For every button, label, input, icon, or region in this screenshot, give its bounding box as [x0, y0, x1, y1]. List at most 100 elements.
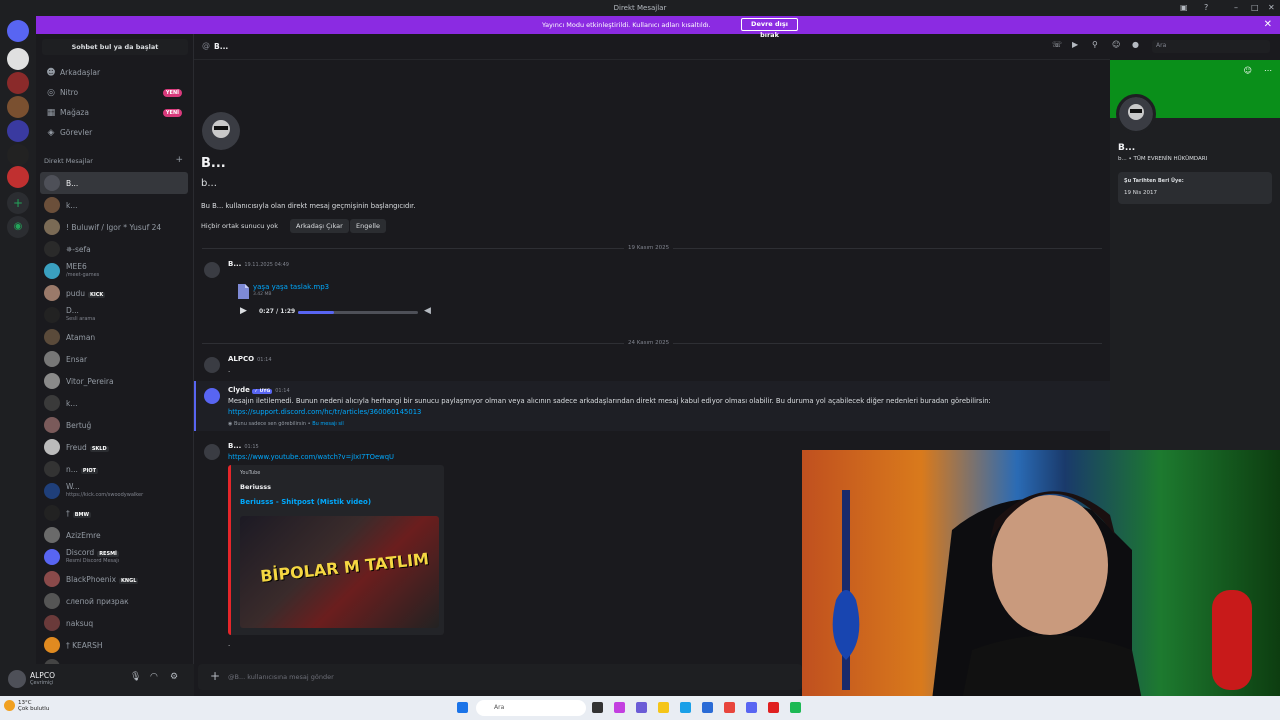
more-options-icon[interactable]: ⋯: [1264, 66, 1272, 75]
edge-icon[interactable]: [680, 702, 691, 713]
dm-item[interactable]: † KEARSH: [40, 634, 188, 656]
avatar[interactable]: [8, 670, 26, 688]
avatar[interactable]: [204, 357, 220, 373]
dm-item[interactable]: Ataman: [40, 326, 188, 348]
dm-item[interactable]: Discord RESMİ Resmi Discord Mesajı: [40, 546, 188, 568]
author-name[interactable]: B...: [228, 442, 241, 450]
inbox-icon[interactable]: ▣: [1180, 3, 1188, 12]
composer-placeholder[interactable]: @B... kullanıcısına mesaj gönder: [228, 673, 334, 681]
weather-desc: Çok bulutlu: [18, 706, 50, 712]
dm-item[interactable]: k...: [40, 392, 188, 414]
task-view-icon[interactable]: [592, 702, 603, 713]
dm-item[interactable]: † BMW: [40, 502, 188, 524]
minimize-icon[interactable]: –: [1234, 3, 1238, 12]
dm-item[interactable]: k...: [40, 194, 188, 216]
attachment-filename[interactable]: yaşa yaşa taslak.mp3: [253, 283, 329, 291]
store-icon[interactable]: [702, 702, 713, 713]
nav-nitro[interactable]: ◎ Nitro YENİ: [40, 84, 188, 102]
dm-item[interactable]: pudu KICK: [40, 282, 188, 304]
message-author[interactable]: B... 19.11.2025 04:49: [228, 260, 289, 268]
file-explorer-icon[interactable]: [658, 702, 669, 713]
server-icon[interactable]: [7, 144, 29, 166]
headphones-icon[interactable]: ◠: [150, 672, 158, 682]
message-time: 01:15: [244, 444, 259, 450]
avatar[interactable]: [204, 444, 220, 460]
disable-streamer-mode-button[interactable]: Devre dışı bırak: [741, 18, 798, 39]
server-icon[interactable]: [7, 120, 29, 142]
app-icon[interactable]: [768, 702, 779, 713]
find-conversation-button[interactable]: Sohbet bul ya da başlat: [42, 39, 188, 55]
server-icon[interactable]: [7, 96, 29, 118]
avatar[interactable]: [1116, 94, 1156, 134]
explore-icon[interactable]: ◉: [7, 216, 29, 238]
youtube-link[interactable]: https://www.youtube.com/watch?v=jIxI7TOe…: [228, 453, 394, 461]
nav-quests[interactable]: ◈ Görevler: [40, 124, 188, 142]
audio-progress-slider[interactable]: [298, 311, 418, 314]
support-link[interactable]: https://support.discord.com/hc/tr/articl…: [228, 408, 421, 416]
message-time: 19.11.2025 04:49: [244, 262, 289, 268]
dm-item[interactable]: Ensar: [40, 348, 188, 370]
add-attachment-icon[interactable]: +: [210, 669, 220, 683]
dm-item[interactable]: слепой призрак: [40, 590, 188, 612]
discord-home-icon[interactable]: [7, 20, 29, 42]
dm-item[interactable]: n... PIOT: [40, 458, 188, 480]
dm-item[interactable]: B...: [40, 172, 188, 194]
dm-item[interactable]: naksuq: [40, 612, 188, 634]
nav-shop[interactable]: ▦ Mağaza YENİ: [40, 104, 188, 122]
block-button[interactable]: Engelle: [350, 219, 386, 233]
server-icon[interactable]: [7, 48, 29, 70]
chrome-icon[interactable]: [724, 702, 735, 713]
nav-friends[interactable]: ☻ Arkadaşlar: [40, 64, 188, 82]
embed-author[interactable]: Beriusss: [240, 483, 271, 491]
start-icon[interactable]: [457, 702, 468, 713]
add-friend-icon[interactable]: ☺: [1244, 66, 1252, 75]
close-window-icon[interactable]: ✕: [1268, 3, 1275, 12]
discord-taskbar-icon[interactable]: [746, 702, 757, 713]
dismiss-message-link[interactable]: Bu mesajı sil: [312, 421, 344, 427]
pinned-messages-icon[interactable]: ⚲: [1092, 40, 1098, 49]
microphone-icon[interactable]: 🎙: [130, 672, 141, 682]
add-friends-icon[interactable]: ☺: [1112, 40, 1120, 49]
teams-icon[interactable]: [636, 702, 647, 713]
dm-item[interactable]: ! Buluwif / Igor * Yusuf 24: [40, 216, 188, 238]
maximize-icon[interactable]: □: [1251, 3, 1259, 12]
server-icon[interactable]: [7, 166, 29, 188]
message-composer[interactable]: + @B... kullanıcısına mesaj gönder: [198, 664, 802, 690]
dm-item[interactable]: W... https://kick.com/swoodywalker: [40, 480, 188, 502]
add-server-icon[interactable]: +: [7, 192, 29, 214]
author-name[interactable]: B...: [228, 260, 241, 268]
remove-friend-button[interactable]: Arkadaşı Çıkar: [290, 219, 349, 233]
author-name[interactable]: ALPCO: [228, 355, 254, 363]
create-dm-icon[interactable]: +: [175, 155, 183, 165]
help-icon[interactable]: ?: [1204, 3, 1208, 12]
author-name[interactable]: Clyde: [228, 386, 250, 394]
spotify-icon[interactable]: [790, 702, 801, 713]
dm-item[interactable]: D... Sesli arama: [40, 304, 188, 326]
message-author[interactable]: B... 01:15: [228, 442, 259, 450]
video-thumbnail[interactable]: BİPOLAR M TATLIM: [240, 516, 439, 628]
copilot-icon[interactable]: [614, 702, 625, 713]
voice-call-icon[interactable]: ☏: [1052, 40, 1062, 49]
dm-item[interactable]: Bertuğ: [40, 414, 188, 436]
play-icon[interactable]: ▶: [240, 306, 247, 316]
dm-item[interactable]: MEE6/meet-games: [40, 260, 188, 282]
dm-item[interactable]: BlackPhoenix KNGL: [40, 568, 188, 590]
video-call-icon[interactable]: ▶: [1072, 40, 1078, 49]
dm-item[interactable]: AzizEmre: [40, 524, 188, 546]
avatar[interactable]: [204, 262, 220, 278]
dm-item[interactable]: ✵-sefa: [40, 238, 188, 260]
weather-widget[interactable]: 13°C Çok bulutlu: [18, 700, 49, 712]
server-tag: RESMİ: [97, 551, 119, 557]
server-icon[interactable]: [7, 72, 29, 94]
close-banner-icon[interactable]: ✕: [1264, 19, 1272, 30]
user-profile-icon[interactable]: ●: [1132, 40, 1139, 49]
message-author[interactable]: ALPCO 01:14: [228, 355, 272, 363]
header-search-input[interactable]: Ara: [1152, 40, 1270, 53]
avatar[interactable]: [204, 388, 220, 404]
volume-icon[interactable]: ◀: [424, 306, 431, 316]
dm-item[interactable]: Vitor_Pereira: [40, 370, 188, 392]
embed-title[interactable]: Beriusss - Shitpost (Mistik video): [240, 498, 371, 506]
taskbar-search[interactable]: Ara: [476, 700, 586, 716]
dm-item[interactable]: Freud SKLD: [40, 436, 188, 458]
settings-gear-icon[interactable]: ⚙: [170, 672, 178, 682]
